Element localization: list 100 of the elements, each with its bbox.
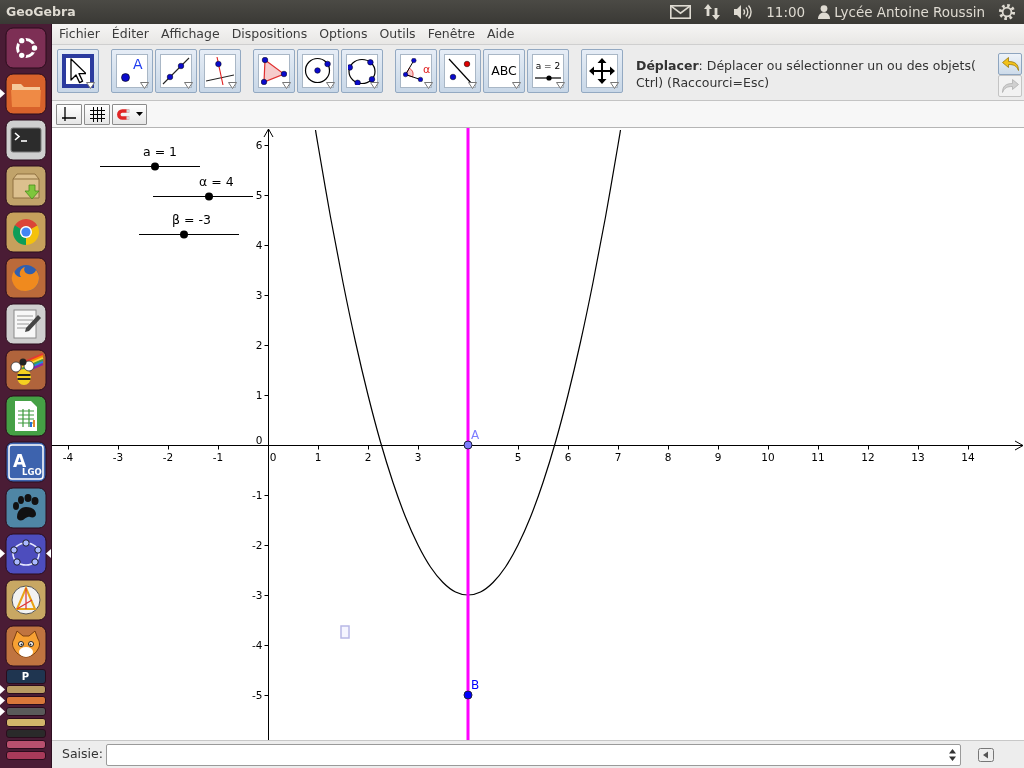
conic-tool-button[interactable] bbox=[341, 49, 383, 93]
x-tick-label: -2 bbox=[162, 450, 174, 463]
globe-icon[interactable] bbox=[4, 257, 47, 299]
paw-print-icon[interactable] bbox=[4, 487, 47, 529]
y-tick-label: -1 bbox=[252, 489, 263, 501]
slider-label: α = 4 bbox=[199, 174, 234, 189]
circle-points-logo-icon[interactable] bbox=[4, 533, 47, 575]
small-frame-icon bbox=[340, 625, 350, 639]
notepad-pencil-icon[interactable] bbox=[4, 303, 47, 345]
point-tool-button[interactable]: A bbox=[111, 49, 153, 93]
input-field[interactable] bbox=[105, 743, 961, 766]
dropdown-triangle-icon bbox=[184, 82, 193, 89]
polygon-tool-button[interactable] bbox=[253, 49, 295, 93]
y-tick-label: -4 bbox=[252, 639, 263, 651]
menu-item[interactable]: Aide bbox=[486, 24, 515, 44]
x-tick-label: 10 bbox=[761, 450, 775, 463]
slider-label: β = -3 bbox=[172, 212, 211, 227]
bee-icon[interactable] bbox=[4, 349, 47, 391]
point-dot-icon bbox=[121, 73, 130, 82]
redo-arrow-icon bbox=[1001, 79, 1019, 93]
circle-center-icon bbox=[304, 57, 332, 85]
menu-item[interactable]: Fichier bbox=[59, 24, 100, 44]
menu-item[interactable]: Dispositions bbox=[231, 24, 308, 44]
ring-logo-icon[interactable] bbox=[4, 27, 47, 69]
gear-icon[interactable] bbox=[998, 3, 1016, 21]
angle-tool-button[interactable]: α bbox=[395, 49, 437, 93]
menu-item[interactable]: Affichage bbox=[160, 24, 220, 44]
y-tick-label: 3 bbox=[255, 289, 263, 301]
slider-thumb[interactable] bbox=[205, 192, 213, 201]
dropdown-triangle-icon bbox=[370, 82, 379, 89]
window-title: GeoGebra bbox=[6, 2, 76, 21]
folded-launcher-icon[interactable] bbox=[5, 685, 46, 694]
dropdown-triangle-icon bbox=[140, 82, 149, 89]
menu-item[interactable]: Outils bbox=[379, 24, 416, 44]
y-tick-label: 4 bbox=[255, 239, 263, 251]
folded-launcher-icon[interactable] bbox=[5, 718, 46, 727]
tool-help-text: Déplacer: Déplacer ou sélectionner un ou des objets( Ctrl) (Raccourci=Esc) bbox=[636, 57, 977, 91]
user-icon[interactable] bbox=[818, 5, 831, 19]
y-tick-label: 2 bbox=[255, 339, 263, 351]
point-capture-button[interactable] bbox=[112, 103, 147, 125]
folder-icon[interactable] bbox=[4, 73, 47, 115]
point-label: A bbox=[471, 428, 480, 442]
line-tool-button[interactable] bbox=[155, 49, 197, 93]
x-tick-label: 3 bbox=[414, 450, 422, 463]
move-tool-button[interactable] bbox=[57, 49, 99, 93]
y-tick-label: -5 bbox=[252, 689, 263, 701]
slider-line-icon bbox=[535, 74, 561, 81]
slider-tool-button[interactable]: a = 2 bbox=[527, 49, 569, 93]
x-tick-label: 14 bbox=[961, 450, 975, 463]
undo-arrow-icon bbox=[1001, 57, 1019, 71]
grid-toggle-button[interactable] bbox=[84, 103, 110, 125]
mail-icon[interactable] bbox=[670, 5, 692, 19]
x-tick-label: 1 bbox=[314, 450, 322, 463]
x-tick-label: 9 bbox=[714, 450, 722, 463]
y-tick-label: 1 bbox=[255, 389, 263, 401]
caret-icon bbox=[136, 112, 143, 116]
axes-toggle-button[interactable] bbox=[56, 103, 82, 125]
x-tick-label: 13 bbox=[911, 450, 925, 463]
x-tick-label: -3 bbox=[112, 450, 124, 463]
pan-tool-button[interactable] bbox=[581, 49, 623, 93]
slider-track[interactable] bbox=[99, 162, 201, 171]
triangle-icon bbox=[261, 57, 287, 85]
x-tick-label: 11 bbox=[811, 450, 825, 463]
four-way-arrow-icon bbox=[589, 58, 615, 84]
ellipse-points-icon bbox=[348, 57, 376, 85]
spinner-arrows-icon bbox=[948, 748, 956, 761]
clock-text[interactable]: 11:00 bbox=[766, 1, 806, 23]
menu-item[interactable]: Éditer bbox=[111, 24, 149, 44]
circle-tool-button[interactable] bbox=[297, 49, 339, 93]
x-tick-label: 7 bbox=[614, 450, 622, 463]
text-tool-button[interactable]: ABC bbox=[483, 49, 525, 93]
perpendicular-tool-button[interactable] bbox=[199, 49, 241, 93]
folded-launcher-icon[interactable] bbox=[5, 696, 46, 705]
slider-thumb[interactable] bbox=[180, 230, 188, 239]
menu-item[interactable]: Fenêtre bbox=[427, 24, 475, 44]
dropdown-triangle-icon bbox=[282, 82, 291, 89]
reflect-tool-button[interactable] bbox=[439, 49, 481, 93]
volume-icon[interactable] bbox=[733, 4, 754, 20]
folded-app-tile[interactable]: P bbox=[5, 668, 46, 684]
user-name[interactable]: Lycée Antoine Roussin bbox=[834, 1, 985, 23]
dropdown-triangle-icon bbox=[228, 82, 237, 89]
package-download-icon[interactable] bbox=[4, 165, 47, 207]
y-tick-label: 0 bbox=[255, 434, 263, 446]
colored-ring-icon[interactable] bbox=[4, 211, 47, 253]
slider-thumb[interactable] bbox=[151, 162, 159, 171]
slider-track[interactable] bbox=[152, 192, 254, 201]
folded-launcher-icon[interactable] bbox=[5, 740, 46, 749]
dropdown-triangle-icon bbox=[556, 82, 565, 89]
line-point-reflection-icon bbox=[446, 57, 474, 85]
slider-track[interactable] bbox=[138, 230, 240, 239]
network-arrows-icon[interactable] bbox=[704, 3, 721, 21]
menu-item[interactable]: Options bbox=[319, 24, 368, 44]
undo-button[interactable] bbox=[998, 53, 1022, 75]
terminal-icon[interactable] bbox=[4, 119, 47, 161]
magnet-icon bbox=[116, 108, 130, 120]
cat-face-icon[interactable] bbox=[4, 625, 47, 667]
y-tick-label: 5 bbox=[255, 189, 263, 201]
x-tick-label: 0 bbox=[269, 450, 277, 463]
spreadsheet-icon[interactable] bbox=[4, 395, 47, 437]
axes-icon bbox=[62, 107, 76, 121]
